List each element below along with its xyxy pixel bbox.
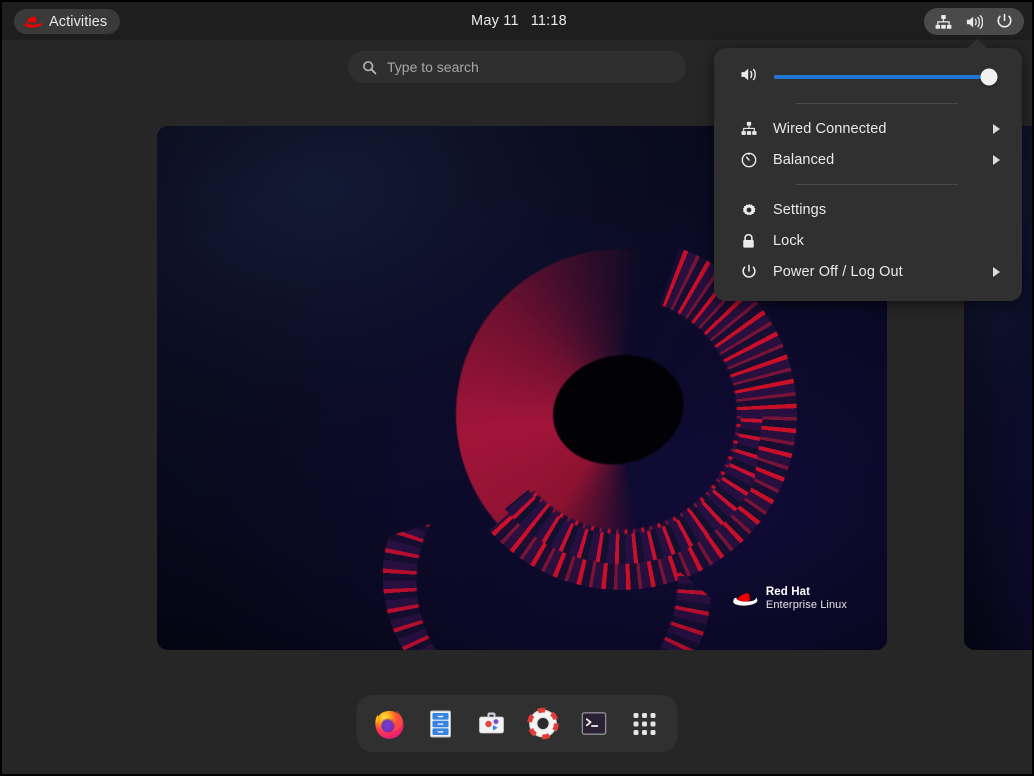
clock-button[interactable]: May 11 11:18 <box>2 2 1032 40</box>
volume-slider-handle[interactable] <box>980 68 998 86</box>
wallpaper-branding: Red Hat Enterprise Linux <box>732 586 847 612</box>
volume-slider-fill <box>774 75 990 79</box>
chevron-right-icon <box>993 123 1000 134</box>
power-profile-icon <box>740 152 757 168</box>
dash-item-firefox[interactable] <box>369 703 411 745</box>
menu-item-settings[interactable]: Settings <box>714 194 1022 225</box>
volume-slider-row[interactable] <box>714 60 1022 94</box>
volume-icon[interactable] <box>740 66 759 88</box>
brand-line-2: Enterprise Linux <box>765 599 847 612</box>
brand-line-1: Red Hat <box>765 586 811 599</box>
menu-item-label: Power Off / Log Out <box>773 263 903 280</box>
menu-item-balanced[interactable]: Balanced <box>714 144 1022 175</box>
desktop-screen: Red Hat Enterprise Linux Type to search <box>0 0 1034 776</box>
dash-item-terminal[interactable] <box>573 703 615 745</box>
system-menu-popup: Wired Connected Balanced Settings Lock P… <box>714 39 1022 301</box>
menu-item-lock[interactable]: Lock <box>714 225 1022 256</box>
menu-item-label: Balanced <box>773 151 835 168</box>
system-status-button[interactable] <box>924 8 1024 35</box>
power-icon <box>740 264 757 280</box>
firefox-icon <box>375 710 404 739</box>
gear-icon <box>740 202 757 218</box>
menu-item-label: Lock <box>773 232 805 249</box>
popup-pointer <box>966 39 988 49</box>
top-panel: Activities May 11 11:18 <box>2 2 1032 40</box>
chevron-right-icon <box>993 266 1000 277</box>
dash-item-help[interactable] <box>522 703 564 745</box>
chevron-right-icon <box>993 154 1000 165</box>
terminal-icon <box>581 712 606 735</box>
volume-slider[interactable] <box>774 68 998 86</box>
clock-time: 11:18 <box>530 13 567 29</box>
power-icon <box>996 13 1013 30</box>
search-icon <box>363 60 377 74</box>
activities-button[interactable]: Activities <box>14 9 121 34</box>
search-placeholder: Type to search <box>387 59 479 75</box>
show-apps-grid-icon <box>633 712 656 735</box>
clock-date: May 11 <box>471 13 519 29</box>
menu-item-power-off-log-out[interactable]: Power Off / Log Out <box>714 256 1022 287</box>
dash <box>356 695 678 752</box>
red-hat-hat-icon <box>24 16 42 28</box>
lock-icon <box>740 233 757 249</box>
dash-item-software[interactable] <box>471 703 513 745</box>
software-briefcase-icon <box>479 712 504 733</box>
menu-separator-bottom <box>796 184 958 185</box>
activities-label: Activities <box>49 13 108 30</box>
menu-item-label: Wired Connected <box>773 120 887 137</box>
menu-item-label: Settings <box>773 201 827 218</box>
network-wired-icon <box>740 121 757 136</box>
dash-item-files[interactable] <box>420 703 462 745</box>
help-lifering-icon <box>526 707 559 740</box>
files-cabinet-icon <box>430 710 451 737</box>
menu-item-wired-connected[interactable]: Wired Connected <box>714 113 1022 144</box>
search-input[interactable]: Type to search <box>348 51 686 83</box>
network-wired-icon <box>935 14 952 30</box>
red-hat-logo-icon <box>733 593 758 606</box>
menu-separator-top <box>796 103 958 104</box>
dash-item-show-apps[interactable] <box>624 703 666 745</box>
volume-icon <box>965 14 983 30</box>
